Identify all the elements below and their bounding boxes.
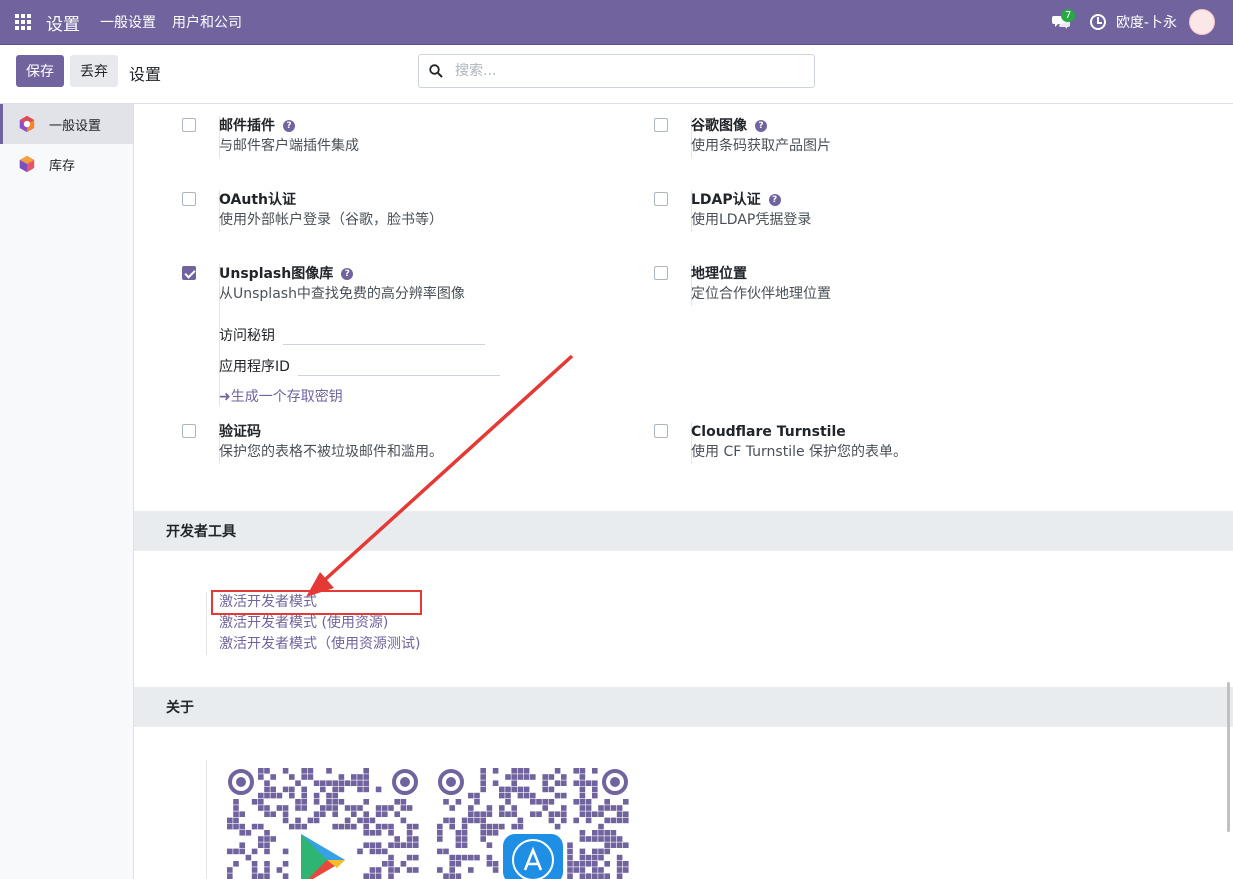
setting-title: OAuth认证 [219,192,296,208]
help-icon[interactable]: ? [768,194,781,206]
access-key-row: 访问秘钥 [219,325,485,345]
setting-description: 使用LDAP凭据登录 [691,212,812,228]
google-images-checkbox[interactable] [654,118,668,132]
google-play-qr-code[interactable] [227,768,419,879]
search-icon [429,64,443,78]
help-icon[interactable]: ? [341,268,354,280]
sidebar-item-inventory[interactable]: 库存 [0,144,133,184]
setting-description: 保护您的表格不被垃圾邮件和滥用。 [219,444,443,460]
setting-description: 使用外部帐户登录（谷歌，脸书等） [219,212,443,228]
search-box[interactable] [418,54,815,88]
setting-title: LDAP认证 [691,192,761,208]
avatar[interactable] [1189,9,1215,35]
setting-title: 邮件插件 [219,118,275,134]
about-qr-section [206,760,629,879]
user-name[interactable]: 欧度-卜永 [1116,12,1177,32]
help-icon[interactable]: ? [283,120,295,132]
app-id-row: 应用程序ID [219,356,500,376]
geolocation-checkbox[interactable] [654,266,668,280]
menu-general-settings[interactable]: 一般设置 [100,12,156,32]
setting-description: 使用条码获取产品图片 [691,138,831,154]
turnstile-checkbox[interactable] [654,424,668,438]
developer-tools-heading: 开发者工具 [134,511,1233,551]
page-scrollbar[interactable] [1227,682,1230,832]
sidebar-item-label: 库存 [49,158,76,174]
app-id-label: 应用程序ID [219,359,290,375]
discard-button[interactable]: 丢弃 [70,55,118,87]
sidebar-item-general-settings[interactable]: 一般设置 [0,104,133,144]
control-panel: 保存 丢弃 设置 [0,45,1233,104]
chat-button[interactable]: 7 [1046,7,1076,37]
save-button[interactable]: 保存 [16,55,64,87]
activate-developer-mode-assets-link[interactable]: 激活开发者模式 (使用资源) [219,613,420,634]
setting-title: Unsplash图像库 [219,266,334,282]
setting-captcha: 验证码 保护您的表格不被垃圾邮件和滥用。 [182,422,632,464]
setting-oauth: OAuth认证 使用外部帐户登录（谷歌，脸书等） [182,190,632,232]
mail-plugin-checkbox[interactable] [182,118,196,132]
generate-key-link[interactable]: ➜生成一个存取密钥 [219,386,343,406]
activity-clock-icon[interactable] [1089,14,1106,30]
chat-count-badge: 7 [1060,9,1076,22]
settings-sidebar: 一般设置 库存 [0,104,134,879]
sidebar-item-label: 一般设置 [49,118,102,134]
setting-ldap: LDAP认证? 使用LDAP凭据登录 [654,190,1104,232]
setting-title: 谷歌图像 [691,118,747,134]
top-navbar: 设置 一般设置 用户和公司 7 欧度-卜永 [0,0,1233,45]
setting-cloudflare-turnstile: Cloudflare Turnstile 使用 CF Turnstile 保护您… [654,422,1104,464]
captcha-checkbox[interactable] [182,424,196,438]
access-key-input[interactable] [283,327,485,345]
app-store-icon [503,834,563,879]
app-title: 设置 [46,14,80,35]
general-settings-hex-icon [19,115,35,133]
app-store-qr-code[interactable] [437,768,629,879]
oauth-checkbox[interactable] [182,192,196,206]
setting-description: 定位合作伙伴地理位置 [691,286,831,302]
setting-description: 使用 CF Turnstile 保护您的表单。 [691,444,908,460]
setting-geolocation: 地理位置 定位合作伙伴地理位置 [654,264,1104,306]
help-icon[interactable]: ? [755,120,767,132]
setting-title: 验证码 [219,424,261,440]
menu-users-companies[interactable]: 用户和公司 [172,12,242,32]
setting-description: 与邮件客户端插件集成 [219,138,359,154]
ldap-checkbox[interactable] [654,192,668,206]
activate-developer-mode-tests-link[interactable]: 激活开发者模式（使用资源测试) [219,634,420,655]
setting-google-images: 谷歌图像? 使用条码获取产品图片 [654,116,1104,158]
developer-links: 激活开发者模式 激活开发者模式 (使用资源) 激活开发者模式（使用资源测试) [206,590,423,655]
unsplash-checkbox[interactable] [182,266,196,280]
search-input[interactable] [453,62,783,80]
app-id-input[interactable] [297,358,500,376]
activate-developer-mode-link[interactable]: 激活开发者模式 [210,590,423,615]
settings-main: 邮件插件? 与邮件客户端插件集成 谷歌图像? 使用条码获取产品图片 OAuth认… [134,104,1233,879]
apps-menu-icon[interactable] [0,0,46,45]
breadcrumb: 设置 [129,65,162,84]
setting-title: 地理位置 [691,266,747,282]
about-heading: 关于 [134,687,1233,727]
inventory-hex-icon [19,155,35,173]
setting-mail-plugin: 邮件插件? 与邮件客户端插件集成 [182,116,632,158]
setting-title: Cloudflare Turnstile [691,424,846,440]
access-key-label: 访问秘钥 [219,328,275,344]
setting-description: 从Unsplash中查找免费的高分辨率图像 [219,286,465,302]
